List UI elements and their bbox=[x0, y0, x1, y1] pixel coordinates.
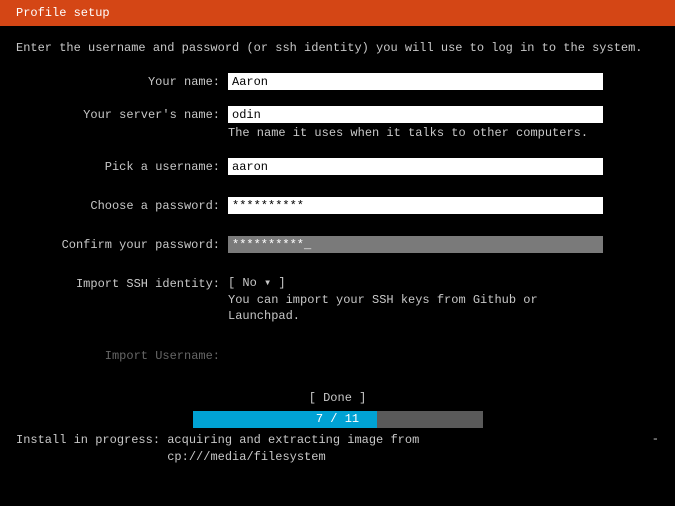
label-server-name: Your server's name: bbox=[16, 106, 228, 122]
progress-bar: 7 / 11 bbox=[193, 411, 483, 428]
label-your-name: Your name: bbox=[16, 73, 228, 89]
label-ssh-identity: Import SSH identity: bbox=[16, 275, 228, 291]
done-button[interactable]: [ Done ] bbox=[309, 391, 367, 405]
field-server-name: Your server's name: odin The name it use… bbox=[16, 106, 659, 142]
input-your-name[interactable]: Aaron bbox=[228, 73, 603, 90]
dropdown-ssh-identity[interactable]: [ No ▾ ] bbox=[228, 275, 603, 290]
field-password: Choose a password: ********** bbox=[16, 197, 659, 214]
input-username[interactable]: aaron bbox=[228, 158, 603, 175]
input-confirm-password[interactable]: ********** bbox=[228, 236, 603, 253]
help-server-name: The name it uses when it talks to other … bbox=[228, 123, 603, 142]
intro-text: Enter the username and password (or ssh … bbox=[16, 40, 659, 57]
window-title: Profile setup bbox=[16, 6, 110, 20]
status-text: Install in progress: acquiring and extra… bbox=[16, 432, 419, 466]
label-username: Pick a username: bbox=[16, 158, 228, 174]
status-line-1: Install in progress: acquiring and extra… bbox=[16, 433, 419, 447]
label-confirm-password: Confirm your password: bbox=[16, 236, 228, 252]
status-line-2: cp:///media/filesystem bbox=[167, 450, 325, 464]
status-area: Install in progress: acquiring and extra… bbox=[0, 432, 675, 466]
window-title-bar: Profile setup bbox=[0, 0, 675, 26]
field-ssh-identity: Import SSH identity: [ No ▾ ] You can im… bbox=[16, 275, 659, 326]
field-your-name: Your name: Aaron bbox=[16, 73, 659, 90]
main-content: Enter the username and password (or ssh … bbox=[0, 26, 675, 428]
field-import-username: Import Username: bbox=[16, 347, 659, 363]
label-import-username: Import Username: bbox=[16, 347, 228, 363]
progress-text: 7 / 11 bbox=[193, 412, 483, 426]
field-confirm-password: Confirm your password: ********** bbox=[16, 236, 659, 253]
spinner-icon: - bbox=[652, 432, 659, 466]
input-server-name[interactable]: odin bbox=[228, 106, 603, 123]
label-password: Choose a password: bbox=[16, 197, 228, 213]
input-password[interactable]: ********** bbox=[228, 197, 603, 214]
help-ssh-identity: You can import your SSH keys from Github… bbox=[228, 290, 603, 326]
field-username: Pick a username: aaron bbox=[16, 158, 659, 175]
